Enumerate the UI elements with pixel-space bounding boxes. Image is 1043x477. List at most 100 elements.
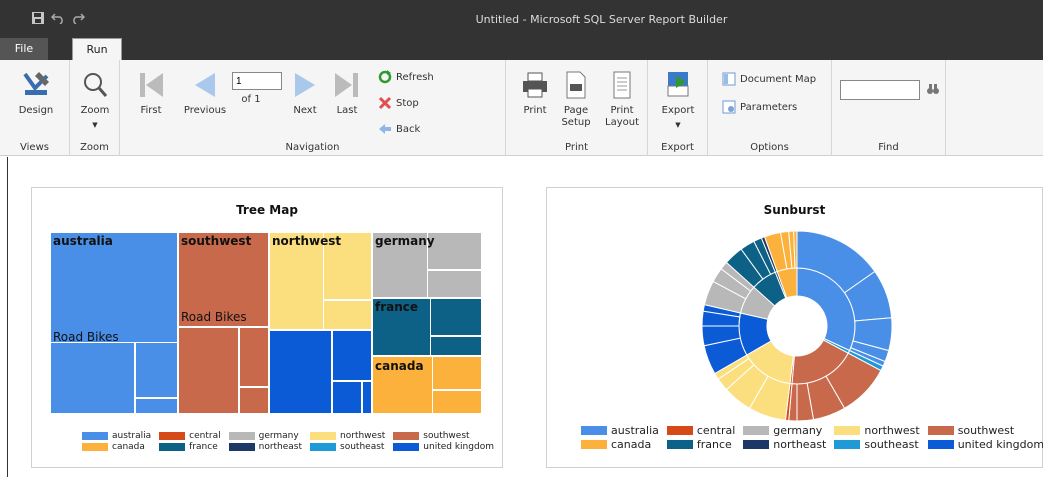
- previous-page-icon: [195, 73, 215, 97]
- first-page-button[interactable]: First: [134, 70, 168, 117]
- legend-swatch: [228, 432, 255, 440]
- zoom-group: Zoom ▼ Zoom: [70, 60, 120, 156]
- sunburst-chart: [701, 230, 893, 422]
- legend-label: central: [189, 431, 221, 441]
- legend-item-australia: australia: [581, 424, 659, 437]
- first-page-icon: [140, 73, 163, 97]
- parameters-icon: [722, 100, 736, 114]
- legend-label: northwest: [864, 424, 920, 437]
- options-group-label: Options: [750, 142, 789, 153]
- treemap-cell[interactable]: [427, 270, 482, 298]
- export-button[interactable]: Export ▼: [660, 70, 696, 131]
- legend-swatch: [159, 432, 186, 440]
- magnifier-icon: [84, 73, 108, 97]
- treemap-cell[interactable]: [239, 327, 269, 387]
- chevron-down-icon: ▼: [92, 121, 98, 129]
- page-count-label: of 1: [241, 94, 261, 105]
- treemap-cell[interactable]: [178, 327, 239, 414]
- legend-label: southwest: [423, 431, 470, 441]
- treemap-cell[interactable]: [332, 381, 362, 414]
- ribbon: Design Views Zoom ▼ Zoom First Previous: [0, 60, 1043, 156]
- design-button[interactable]: Design: [16, 70, 56, 117]
- print-button[interactable]: Print: [518, 70, 552, 117]
- zoom-button[interactable]: Zoom ▼: [78, 70, 112, 131]
- treemap-cell[interactable]: [362, 381, 372, 414]
- next-page-button[interactable]: Next: [288, 70, 322, 117]
- printer-icon: [523, 72, 547, 98]
- legend-item-france: france: [159, 442, 220, 452]
- legend-label: northwest: [340, 431, 386, 441]
- stop-icon: [378, 96, 392, 110]
- treemap-label-australia: australia: [53, 234, 113, 248]
- report-edge: [7, 157, 8, 477]
- legend-swatch: [581, 426, 607, 435]
- treemap-cell-united-kingdom[interactable]: [269, 330, 332, 414]
- tab-file[interactable]: File: [0, 38, 48, 60]
- views-group: Design Views: [0, 60, 70, 156]
- treemap-legend: australia central germany northwest southwes…: [82, 431, 494, 452]
- legend-label: canada: [112, 442, 145, 452]
- refresh-button[interactable]: Refresh: [378, 70, 434, 84]
- legend-swatch: [743, 426, 770, 435]
- treemap-cell[interactable]: [239, 387, 269, 414]
- legend-item-australia: australia: [82, 431, 151, 441]
- legend-label: southeast: [340, 442, 385, 452]
- legend-item-canada: canada: [82, 442, 151, 452]
- legend-label: germany: [258, 431, 299, 441]
- legend-label: central: [696, 424, 736, 437]
- treemap-label-canada: canada: [375, 359, 424, 373]
- legend-label: northeast: [258, 442, 303, 452]
- legend-item-southwest: southwest: [927, 424, 1043, 437]
- legend-item-germany: germany: [743, 424, 826, 437]
- back-button[interactable]: Back: [378, 122, 420, 136]
- treemap-cell[interactable]: [135, 342, 178, 398]
- page-setup-button[interactable]: Page Setup: [558, 70, 594, 129]
- binoculars-icon[interactable]: [926, 82, 940, 99]
- page-number-input[interactable]: [232, 72, 282, 90]
- legend-swatch: [310, 432, 337, 440]
- treemap-sublabel-australia: Road Bikes: [53, 330, 119, 344]
- sunburst-legend: australia central germany northwest southwes…: [581, 424, 1043, 451]
- legend-swatch: [666, 440, 693, 449]
- legend-swatch: [310, 443, 337, 451]
- treemap-cell[interactable]: [135, 398, 178, 414]
- legend-item-southeast: southeast: [310, 442, 385, 452]
- treemap-label-france: france: [375, 300, 419, 314]
- treemap-cell[interactable]: [432, 356, 482, 390]
- document-map-button[interactable]: Document Map: [722, 72, 816, 86]
- ribbon-tabs: File Run: [0, 36, 1043, 60]
- window-title: Untitled - Microsoft SQL Server Report B…: [475, 13, 728, 26]
- treemap-cell[interactable]: [332, 330, 372, 381]
- page-setup-icon: [566, 71, 586, 99]
- previous-page-button[interactable]: Previous: [182, 70, 228, 117]
- last-page-button[interactable]: Last: [330, 70, 364, 117]
- legend-label: australia: [611, 424, 659, 437]
- tab-run[interactable]: Run: [72, 38, 122, 60]
- legend-swatch: [228, 443, 255, 451]
- print-layout-button[interactable]: Print Layout: [602, 70, 642, 129]
- legend-label: canada: [611, 438, 652, 451]
- parameters-button[interactable]: Parameters: [722, 100, 797, 114]
- stop-button[interactable]: Stop: [378, 96, 419, 110]
- legend-item-northwest: northwest: [310, 431, 385, 441]
- treemap-cell[interactable]: [430, 298, 482, 336]
- find-input[interactable]: [840, 80, 920, 100]
- legend-swatch: [393, 432, 420, 440]
- options-group: Document Map Parameters Options: [708, 60, 832, 156]
- legend-item-central: central: [666, 424, 736, 437]
- export-group: Export ▼ Export: [648, 60, 708, 156]
- sunburst-panel: Sunburst australia central germany northwes…: [546, 187, 1043, 468]
- title-bar: Untitled - Microsoft SQL Server Report B…: [0, 0, 1043, 36]
- back-arrow-icon: [379, 124, 391, 134]
- treemap-cell[interactable]: [50, 342, 135, 414]
- legend-item-northeast: northeast: [743, 438, 826, 451]
- treemap-cell[interactable]: [323, 300, 372, 330]
- treemap-cell[interactable]: [427, 232, 482, 270]
- treemap-panel: Tree Map australia Road Bikes southwest …: [31, 187, 503, 468]
- treemap-sublabel-southwest: Road Bikes: [181, 310, 247, 324]
- treemap-cell[interactable]: [432, 390, 482, 414]
- legend-swatch: [743, 440, 770, 449]
- treemap-cell[interactable]: [430, 336, 482, 356]
- legend-item-france: france: [666, 438, 735, 451]
- export-group-label: Export: [661, 142, 694, 153]
